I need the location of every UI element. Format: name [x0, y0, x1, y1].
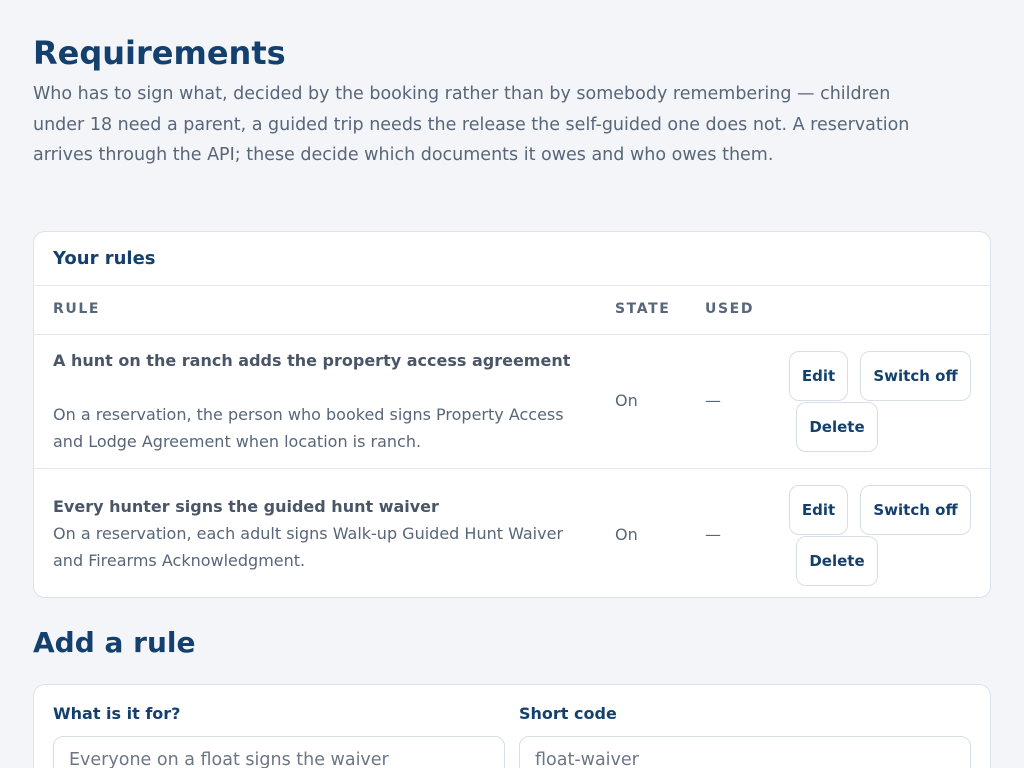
rule-state: On	[615, 391, 638, 410]
page-title: Requirements	[33, 34, 286, 72]
edit-rule-button[interactable]: Edit	[789, 351, 848, 401]
rule-description: On a reservation, the person who booked …	[53, 405, 564, 451]
rule-name: Every hunter signs the guided hunt waive…	[53, 497, 439, 516]
delete-rule-button[interactable]: Delete	[796, 402, 878, 452]
column-header-state: STATE	[615, 301, 671, 317]
rule-name: A hunt on the ranch adds the property ac…	[53, 351, 571, 370]
rule-description: On a reservation, each adult signs Walk-…	[53, 524, 564, 570]
column-header-used: USED	[705, 301, 755, 317]
add-rule-heading: Add a rule	[33, 626, 196, 659]
rule-used-count: —	[705, 525, 721, 544]
page-intro: Who has to sign what, decided by the boo…	[33, 84, 910, 165]
rule-state: On	[615, 525, 638, 544]
edit-rule-button[interactable]: Edit	[789, 485, 848, 535]
short-code-field-label: Short code	[519, 704, 617, 723]
rules-table-header: RULE STATE USED	[34, 285, 990, 335]
purpose-field-label: What is it for?	[53, 704, 181, 723]
switch-off-rule-button[interactable]: Switch off	[860, 485, 971, 535]
rule-row: A hunt on the ranch adds the property ac…	[34, 335, 990, 469]
delete-rule-button[interactable]: Delete	[796, 536, 878, 586]
rules-card: Your rules RULE STATE USED A hunt on the…	[33, 231, 991, 598]
column-header-rule: RULE	[53, 301, 101, 317]
switch-off-rule-button[interactable]: Switch off	[860, 351, 971, 401]
add-rule-form: What is it for? Short code	[33, 684, 991, 768]
purpose-input[interactable]	[53, 736, 505, 768]
rule-row: Every hunter signs the guided hunt waive…	[34, 469, 990, 597]
short-code-input[interactable]	[519, 736, 971, 768]
rule-used-count: —	[705, 391, 721, 410]
rules-card-title: Your rules	[53, 248, 156, 269]
